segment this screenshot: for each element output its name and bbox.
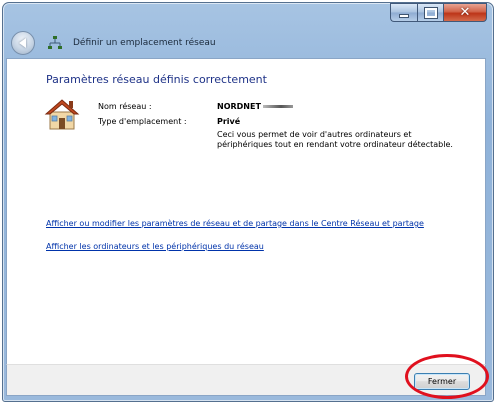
window-title: Définir un emplacement réseau (73, 38, 216, 48)
network-name-text: NORDNET (217, 102, 261, 111)
location-description: Ceci vous permet de voir d'autres ordina… (217, 130, 453, 149)
network-name-value: NORDNET (217, 102, 293, 111)
maximize-icon (424, 7, 437, 18)
minimize-button[interactable] (390, 3, 417, 22)
window-controls: ✕ (390, 3, 487, 22)
minimize-icon (399, 13, 409, 18)
close-button[interactable]: Fermer (414, 373, 470, 390)
network-sharing-center-link[interactable]: Afficher ou modifier les paramètres de r… (46, 219, 424, 228)
title-bar[interactable]: ✕ (3, 3, 493, 25)
redaction-bar (262, 105, 293, 108)
network-name-label: Nom réseau : (98, 102, 152, 111)
page-title: Paramètres réseau définis correctement (46, 73, 267, 86)
house-icon (44, 99, 80, 130)
network-icon (48, 36, 62, 49)
content-area: Paramètres réseau définis correctement N… (6, 58, 486, 365)
back-button[interactable] (11, 31, 35, 55)
maximize-button[interactable] (417, 3, 443, 22)
back-arrow-icon (18, 38, 26, 48)
close-window-button[interactable]: ✕ (443, 3, 487, 22)
location-type-label: Type d'emplacement : (98, 117, 187, 126)
navigation-bar: Définir un emplacement réseau (3, 25, 493, 61)
close-icon: ✕ (459, 5, 471, 20)
view-network-devices-link[interactable]: Afficher les ordinateurs et les périphér… (46, 242, 264, 251)
location-type-value: Privé (217, 117, 241, 126)
